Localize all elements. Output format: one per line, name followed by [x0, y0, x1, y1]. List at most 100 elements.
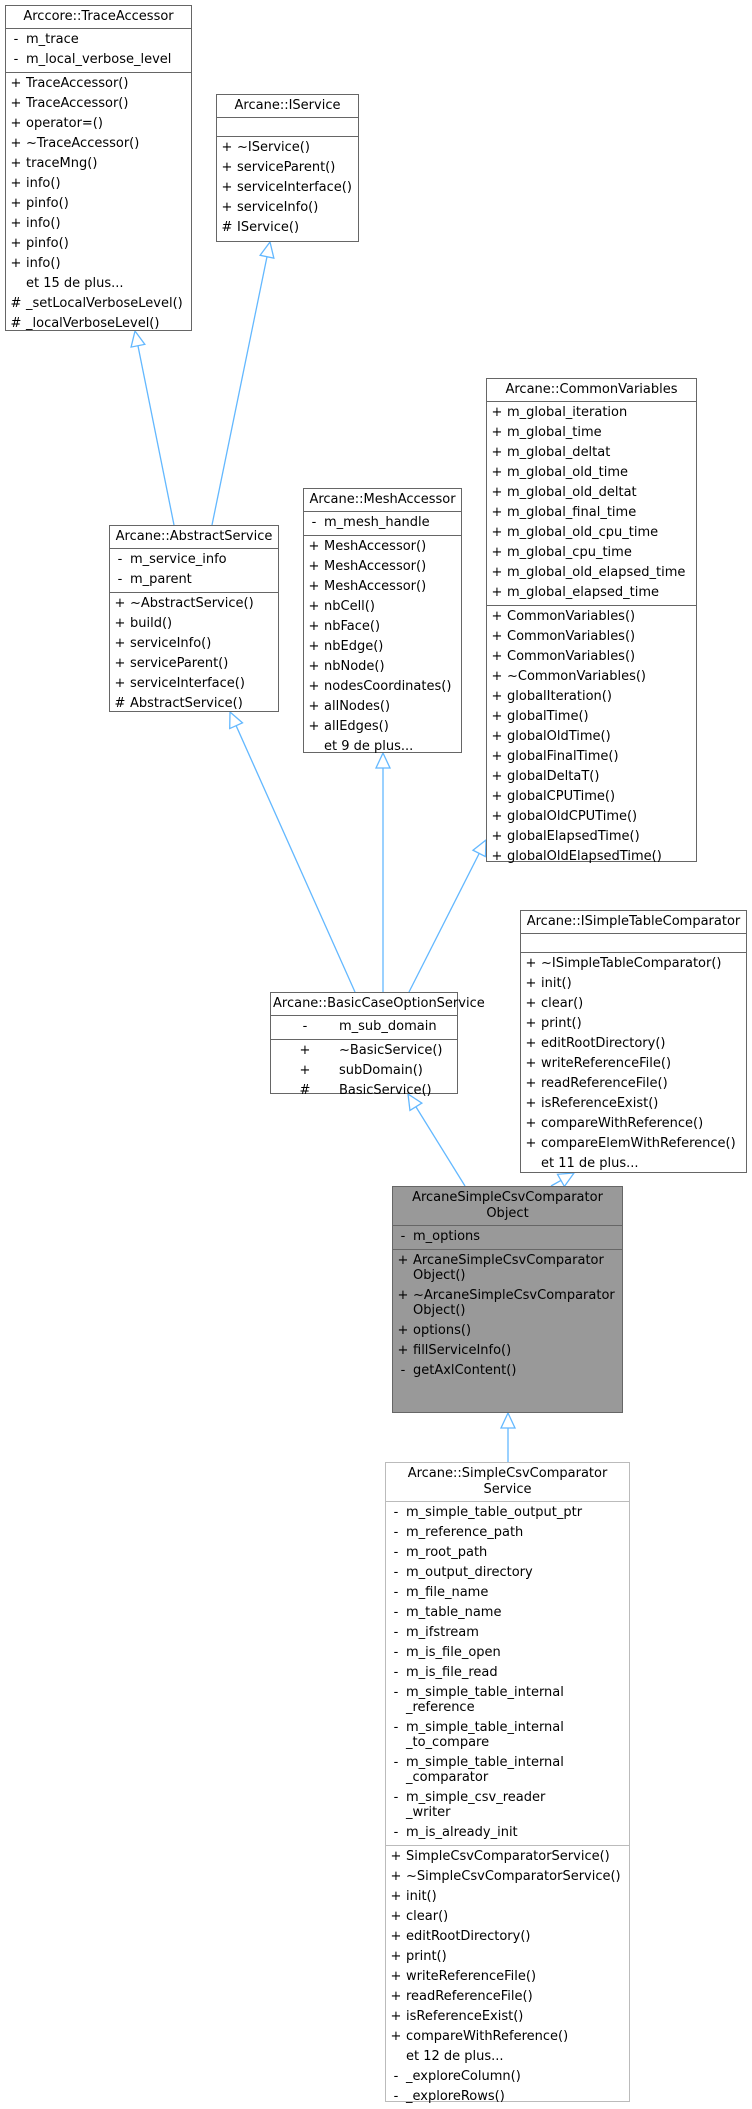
class-method-serviceinterface[interactable]: + serviceInterface() — [217, 178, 358, 198]
class-basic-case-option-service[interactable]: Arcane::BasicCaseOptionService - m_sub_dom… — [270, 992, 485, 1098]
class-method-localverboselevel[interactable]: # _localVerboseLevel() — [6, 314, 191, 334]
class-attribute-m-global-old-time[interactable]: + m_global_old_time — [487, 463, 696, 483]
class-method-getaxlcontent[interactable]: - getAxlContent() — [393, 1361, 622, 1381]
class-trace-accessor[interactable]: Arccore::TraceAccessor - m_trace - m_local_v… — [5, 5, 192, 331]
class-method-basicservice[interactable]: + ~BasicService() — [271, 1041, 457, 1061]
class-method-meshaccessor[interactable]: + MeshAccessor() — [304, 537, 461, 557]
class-method-globaloldtime[interactable]: + globalOldTime() — [487, 727, 696, 747]
class-attribute-m-global-old-elapsed-time[interactable]: + m_global_old_elapsed_time — [487, 563, 696, 583]
class-attribute-m-global-old-deltat[interactable]: + m_global_old_deltat — [487, 483, 696, 503]
class-attribute-m-is-file-read[interactable]: - m_is_file_read — [386, 1663, 629, 1683]
class-method-et-11-de-plus[interactable]: et 11 de plus... — [521, 1154, 746, 1174]
class-attribute-m-global-time[interactable]: + m_global_time — [487, 423, 696, 443]
class-attribute-m-global-deltat[interactable]: + m_global_deltat — [487, 443, 696, 463]
class-method-simplecsvcomparatorservice[interactable]: + ~SimpleCsvComparatorService() — [386, 1867, 629, 1887]
class-attribute-m-local-verbose-level[interactable]: - m_local_verbose_level — [6, 50, 191, 70]
class-method-serviceparent[interactable]: + serviceParent() — [110, 654, 278, 674]
class-attribute-m-simple-table-internal-reference[interactable]: - m_simple_table_internal _reference — [386, 1683, 629, 1718]
class-attribute-m-trace[interactable]: - m_trace — [6, 30, 191, 50]
class-common-variables[interactable]: Arcane::CommonVariables + m_global_iterati… — [486, 378, 697, 864]
class-attribute-m-global-elapsed-time[interactable]: + m_global_elapsed_time — [487, 583, 696, 603]
class-method-options[interactable]: + options() — [393, 1321, 622, 1341]
class-attribute-m-global-iteration[interactable]: + m_global_iteration — [487, 403, 696, 423]
class-method-traceaccessor[interactable]: + TraceAccessor() — [6, 94, 191, 114]
class-attribute-m-is-already-init[interactable]: - m_is_already_init — [386, 1823, 629, 1843]
class-method-globalfinaltime[interactable]: + globalFinalTime() — [487, 747, 696, 767]
class-attribute-m-options[interactable]: - m_options — [393, 1227, 622, 1247]
class-method-et-15-de-plus[interactable]: et 15 de plus... — [6, 274, 191, 294]
class-method-print[interactable]: + print() — [521, 1014, 746, 1034]
class-method-commonvariables[interactable]: + CommonVariables() — [487, 607, 696, 627]
class-method-build[interactable]: + build() — [110, 614, 278, 634]
class-method-abstractservice[interactable]: # AbstractService() — [110, 694, 278, 714]
class-method-allnodes[interactable]: + allNodes() — [304, 697, 461, 717]
class-method-meshaccessor[interactable]: + MeshAccessor() — [304, 557, 461, 577]
class-method-globalelapsedtime[interactable]: + globalElapsedTime() — [487, 827, 696, 847]
class-method-writereferencefile[interactable]: + writeReferenceFile() — [521, 1054, 746, 1074]
class-method-iservice[interactable]: + ~IService() — [217, 138, 358, 158]
class-method-explorecolumn[interactable]: - _exploreColumn() — [386, 2067, 629, 2087]
class-method-readreferencefile[interactable]: + readReferenceFile() — [521, 1074, 746, 1094]
class-method-isimpletablecomparator[interactable]: + ~ISimpleTableComparator() — [521, 954, 746, 974]
class-method-writereferencefile[interactable]: + writeReferenceFile() — [386, 1967, 629, 1987]
class-attribute-m-simple-csv-reader-writer[interactable]: - m_simple_csv_reader _writer — [386, 1788, 629, 1823]
class-attribute-m-simple-table-internal-comparator[interactable]: - m_simple_table_internal _comparator — [386, 1753, 629, 1788]
class-method-commonvariables[interactable]: + CommonVariables() — [487, 647, 696, 667]
class-attribute-m-reference-path[interactable]: - m_reference_path — [386, 1523, 629, 1543]
class-method-explorerows[interactable]: - _exploreRows() — [386, 2087, 629, 2107]
class-method-alledges[interactable]: + allEdges() — [304, 717, 461, 737]
class-method-pinfo[interactable]: + pinfo() — [6, 234, 191, 254]
class-method-setlocalverboselevel[interactable]: # _setLocalVerboseLevel() — [6, 294, 191, 314]
class-attribute-m-file-name[interactable]: - m_file_name — [386, 1583, 629, 1603]
class-method-pinfo[interactable]: + pinfo() — [6, 194, 191, 214]
class-attribute-m-table-name[interactable]: - m_table_name — [386, 1603, 629, 1623]
class-method-serviceinterface[interactable]: + serviceInterface() — [110, 674, 278, 694]
class-method-abstractservice[interactable]: + ~AbstractService() — [110, 594, 278, 614]
class-method-info[interactable]: + info() — [6, 214, 191, 234]
class-method-editrootdirectory[interactable]: + editRootDirectory() — [386, 1927, 629, 1947]
class-arcane-simple-csv-comparator-object[interactable]: ArcaneSimpleCsvComparator Object - m_optio… — [392, 1186, 623, 1413]
class-method-globaloldcputime[interactable]: + globalOldCPUTime() — [487, 807, 696, 827]
class-attribute-m-sub-domain[interactable]: - m_sub_domain — [271, 1017, 457, 1037]
class-method-nbnode[interactable]: + nbNode() — [304, 657, 461, 677]
class-attribute-m-output-directory[interactable]: - m_output_directory — [386, 1563, 629, 1583]
class-method-commonvariables[interactable]: + ~CommonVariables() — [487, 667, 696, 687]
class-method-serviceparent[interactable]: + serviceParent() — [217, 158, 358, 178]
class-method-isreferenceexist[interactable]: + isReferenceExist() — [386, 2007, 629, 2027]
class-method-basicservice[interactable]: # BasicService() — [271, 1081, 457, 1101]
class-method-et-12-de-plus[interactable]: et 12 de plus... — [386, 2047, 629, 2067]
class-method-globaloldelapsedtime[interactable]: + globalOldElapsedTime() — [487, 847, 696, 867]
class-method-operator[interactable]: + operator=() — [6, 114, 191, 134]
class-method-tracemng[interactable]: + traceMng() — [6, 154, 191, 174]
class-method-clear[interactable]: + clear() — [386, 1907, 629, 1927]
class-method-subdomain[interactable]: + subDomain() — [271, 1061, 457, 1081]
class-method-nbcell[interactable]: + nbCell() — [304, 597, 461, 617]
class-method-nbedge[interactable]: + nbEdge() — [304, 637, 461, 657]
class-method-meshaccessor[interactable]: + MeshAccessor() — [304, 577, 461, 597]
class-method-commonvariables[interactable]: + CommonVariables() — [487, 627, 696, 647]
class-method-traceaccessor[interactable]: + ~TraceAccessor() — [6, 134, 191, 154]
class-method-traceaccessor[interactable]: + TraceAccessor() — [6, 74, 191, 94]
class-mesh-accessor[interactable]: Arcane::MeshAccessor - m_mesh_handle + MeshA… — [303, 488, 462, 754]
class-method-simplecsvcomparatorservice[interactable]: + SimpleCsvComparatorService() — [386, 1847, 629, 1867]
class-method-globaliteration[interactable]: + globalIteration() — [487, 687, 696, 707]
class-attribute-m-root-path[interactable]: - m_root_path — [386, 1543, 629, 1563]
class-attribute-m-is-file-open[interactable]: - m_is_file_open — [386, 1643, 629, 1663]
class-method-globalcputime[interactable]: + globalCPUTime() — [487, 787, 696, 807]
class-method-serviceinfo[interactable]: + serviceInfo() — [217, 198, 358, 218]
class-method-readreferencefile[interactable]: + readReferenceFile() — [386, 1987, 629, 2007]
class-method-isreferenceexist[interactable]: + isReferenceExist() — [521, 1094, 746, 1114]
class-method-compareelemwithreference[interactable]: + compareElemWithReference() — [521, 1134, 746, 1154]
class-method-comparewithreference[interactable]: + compareWithReference() — [386, 2027, 629, 2047]
class-method-et-9-de-plus[interactable]: et 9 de plus... — [304, 737, 461, 757]
class-method-nbface[interactable]: + nbFace() — [304, 617, 461, 637]
class-simple-csv-comparator-service[interactable]: Arcane::SimpleCsvComparator Service - m_si… — [385, 1462, 630, 2104]
class-attribute-m-mesh-handle[interactable]: - m_mesh_handle — [304, 513, 461, 533]
class-attribute-m-global-final-time[interactable]: + m_global_final_time — [487, 503, 696, 523]
class-method-arcanesimplecsvcomparator-object[interactable]: + ArcaneSimpleCsvComparator Object() — [393, 1251, 622, 1286]
class-method-clear[interactable]: + clear() — [521, 994, 746, 1014]
class-isimple-table-comparator[interactable]: Arcane::ISimpleTableComparator + ~ISimpleT… — [520, 910, 747, 1173]
class-method-nodescoordinates[interactable]: + nodesCoordinates() — [304, 677, 461, 697]
class-method-info[interactable]: + info() — [6, 254, 191, 274]
class-method-globaltime[interactable]: + globalTime() — [487, 707, 696, 727]
